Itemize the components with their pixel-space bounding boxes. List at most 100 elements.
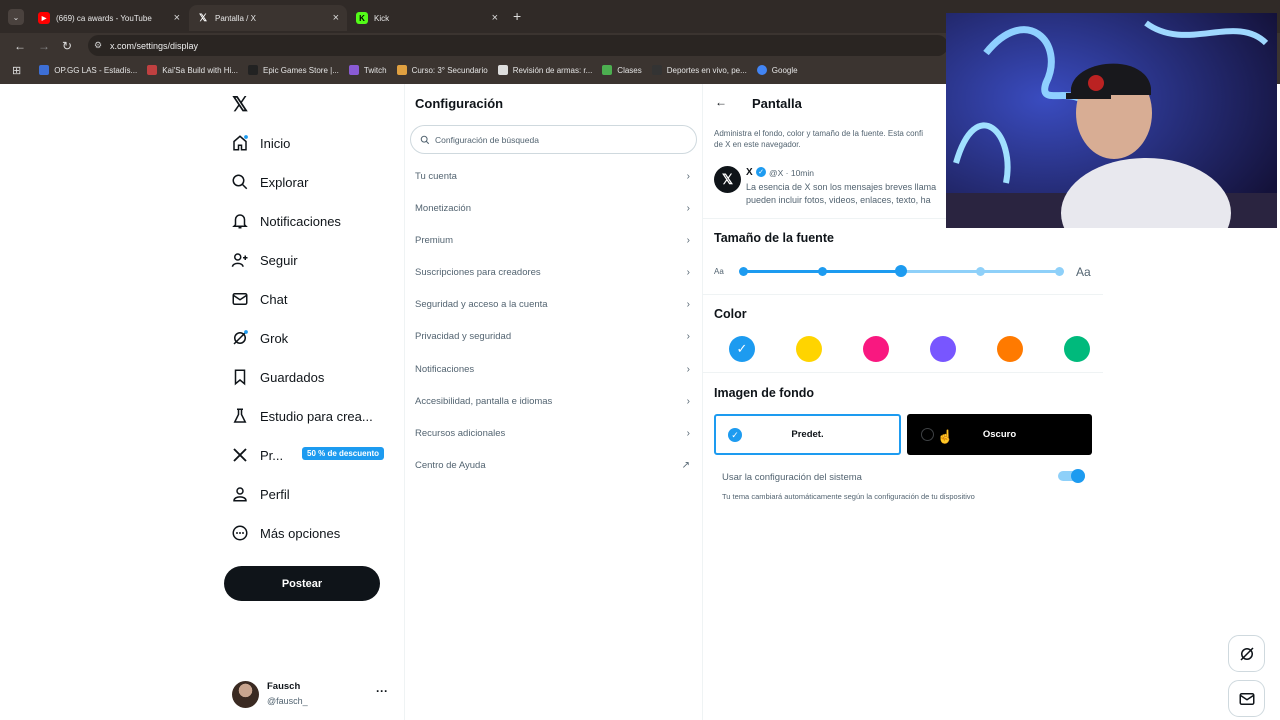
mail-icon <box>1239 692 1254 705</box>
settings-search-input[interactable]: Configuración de búsqueda <box>410 125 697 154</box>
new-tab-icon[interactable]: + <box>513 8 521 24</box>
profile-handle: @fausch_ <box>267 696 308 706</box>
bookmark-label: Kai'Sa Build with Hi... <box>162 65 238 75</box>
settings-item-accesibilidad[interactable]: Accesibilidad, pantalla e idiomas › <box>415 396 690 407</box>
settings-column: Configuración Configuración de búsqueda … <box>404 84 703 720</box>
color-swatch-orange[interactable] <box>997 336 1023 362</box>
nav-label: Pr... <box>260 447 284 463</box>
nav-label: Inicio <box>260 135 291 151</box>
bookmark[interactable]: Kai'Sa Build with Hi... <box>147 65 238 75</box>
tab-title: (669) ca awards - YouTube <box>56 13 152 23</box>
chevron-right-icon: › <box>686 331 690 342</box>
nav-item-chat[interactable]: Chat <box>231 290 287 308</box>
preview-meta: @X · 10min <box>769 168 815 178</box>
system-theme-toggle[interactable] <box>1058 469 1085 483</box>
slider-step[interactable] <box>976 267 985 276</box>
nav-item-mas-opciones[interactable]: Más opciones <box>231 524 340 542</box>
site-settings-icon[interactable]: ⚙ <box>94 40 102 51</box>
nav-label: Explorar <box>260 174 309 190</box>
settings-item-suscripciones[interactable]: Suscripciones para creadores › <box>415 267 690 278</box>
bookmark[interactable]: Clases <box>602 65 642 75</box>
nav-item-notificaciones[interactable]: Notificaciones <box>231 212 341 230</box>
bookmark-label: Revisión de armas: r... <box>512 65 593 75</box>
settings-item-tu-cuenta[interactable]: Tu cuenta › <box>415 171 690 182</box>
discount-badge[interactable]: 50 % de descuento <box>302 447 385 460</box>
bookmark[interactable]: Google <box>756 65 798 75</box>
settings-item-label: Monetización <box>415 203 471 214</box>
bookmark[interactable]: OP.GG LAS - Estadís... <box>39 65 137 75</box>
nav-item-explorar[interactable]: Explorar <box>231 173 308 191</box>
nav-item-premium[interactable]: Pr... <box>231 446 283 464</box>
bookmark[interactable]: Curso: 3° Secundario <box>396 65 488 75</box>
font-size-title: Tamaño de la fuente <box>714 231 834 245</box>
background-option-dark[interactable]: ☝ Oscuro <box>907 414 1092 455</box>
x-avatar: 𝕏 <box>714 166 741 193</box>
slider-step[interactable] <box>1055 267 1064 276</box>
account-switcher[interactable]: Fausch @fausch_ ··· <box>232 681 392 711</box>
nav-item-perfil[interactable]: Perfil <box>231 485 290 503</box>
settings-item-label: Seguridad y acceso a la cuenta <box>415 299 548 310</box>
settings-item-label: Privacidad y seguridad <box>415 331 512 342</box>
bookmark[interactable]: Revisión de armas: r... <box>497 65 593 75</box>
messages-fab[interactable] <box>1228 680 1265 717</box>
home-icon <box>233 135 248 151</box>
back-arrow-icon[interactable]: ← <box>715 95 727 109</box>
settings-item-seguridad[interactable]: Seguridad y acceso a la cuenta › <box>415 299 690 310</box>
bookmark-label: Epic Games Store |... <box>263 65 339 75</box>
close-tab-icon[interactable]: × <box>492 12 498 24</box>
address-bar[interactable]: ⚙ x.com/settings/display <box>88 35 948 56</box>
nav-item-inicio[interactable]: Inicio <box>231 134 290 152</box>
display-description: Administra el fondo, color y tamaño de l… <box>714 128 923 150</box>
background-option-default[interactable]: ✓ Predet. <box>714 414 901 455</box>
close-tab-icon[interactable]: × <box>174 12 180 24</box>
back-arrow-icon[interactable]: ← <box>14 39 26 53</box>
nav-label: Estudio para crea... <box>260 408 373 424</box>
grok-fab[interactable] <box>1228 635 1265 672</box>
settings-item-premium[interactable]: Premium › <box>415 235 690 246</box>
bookmark[interactable]: Deportes en vivo, pe... <box>651 65 747 75</box>
nav-item-grok[interactable]: Grok <box>231 329 288 347</box>
bookmark[interactable]: Epic Games Store |... <box>248 65 339 75</box>
color-swatch-pink[interactable] <box>863 336 889 362</box>
x-logo-icon[interactable]: 𝕏 <box>232 92 248 117</box>
tab-youtube[interactable]: ▶ (669) ca awards - YouTube × <box>30 5 188 31</box>
youtube-icon: ▶ <box>38 12 50 24</box>
slider-step[interactable] <box>739 267 748 276</box>
apps-grid-icon[interactable]: ⊞ <box>12 64 21 77</box>
slider-thumb[interactable] <box>895 265 907 277</box>
slider-step[interactable] <box>818 267 827 276</box>
description-line: Administra el fondo, color y tamaño de l… <box>714 129 924 138</box>
reload-icon[interactable]: ↻ <box>62 39 72 53</box>
font-size-slider[interactable] <box>739 265 1064 277</box>
color-swatch-green[interactable] <box>1064 336 1090 362</box>
preview-text: pueden incluir fotos, videos, enlaces, t… <box>746 195 931 205</box>
nav-item-guardados[interactable]: Guardados <box>231 368 324 386</box>
bookmark-icon <box>651 65 662 75</box>
search-placeholder: Configuración de búsqueda <box>435 134 539 145</box>
tab-list-button[interactable]: ⌄ <box>8 9 24 25</box>
settings-item-monetizacion[interactable]: Monetización › <box>415 203 690 214</box>
option-label: Oscuro <box>982 429 1017 440</box>
bookmark-icon <box>602 65 613 75</box>
settings-item-recursos[interactable]: Recursos adicionales › <box>415 428 690 439</box>
more-icon[interactable]: ··· <box>376 684 388 698</box>
nav-item-estudio[interactable]: Estudio para crea... <box>231 407 373 425</box>
settings-item-centro-ayuda[interactable]: Centro de Ayuda ↗ <box>415 460 690 471</box>
close-tab-icon[interactable]: × <box>333 12 339 24</box>
settings-item-label: Recursos adicionales <box>415 428 506 439</box>
chevron-right-icon: › <box>686 364 690 375</box>
settings-item-notificaciones[interactable]: Notificaciones › <box>415 364 690 375</box>
color-swatch-purple[interactable] <box>930 336 956 362</box>
color-swatch-blue[interactable]: ✓ <box>729 336 755 362</box>
forward-arrow-icon[interactable]: → <box>38 39 50 53</box>
nav-item-seguir[interactable]: Seguir <box>231 251 298 269</box>
tab-x-pantalla[interactable]: 𝕏 Pantalla / X × <box>189 5 347 31</box>
settings-item-privacidad[interactable]: Privacidad y seguridad › <box>415 331 690 342</box>
profile-name: Fausch <box>267 681 301 692</box>
bookmark[interactable]: Twitch <box>348 65 387 75</box>
settings-item-label: Suscripciones para creadores <box>415 267 541 278</box>
nav-label: Perfil <box>260 486 290 502</box>
post-button[interactable]: Postear <box>224 566 380 601</box>
color-swatch-yellow[interactable] <box>796 336 822 362</box>
tab-kick[interactable]: K Kick × <box>348 5 506 31</box>
